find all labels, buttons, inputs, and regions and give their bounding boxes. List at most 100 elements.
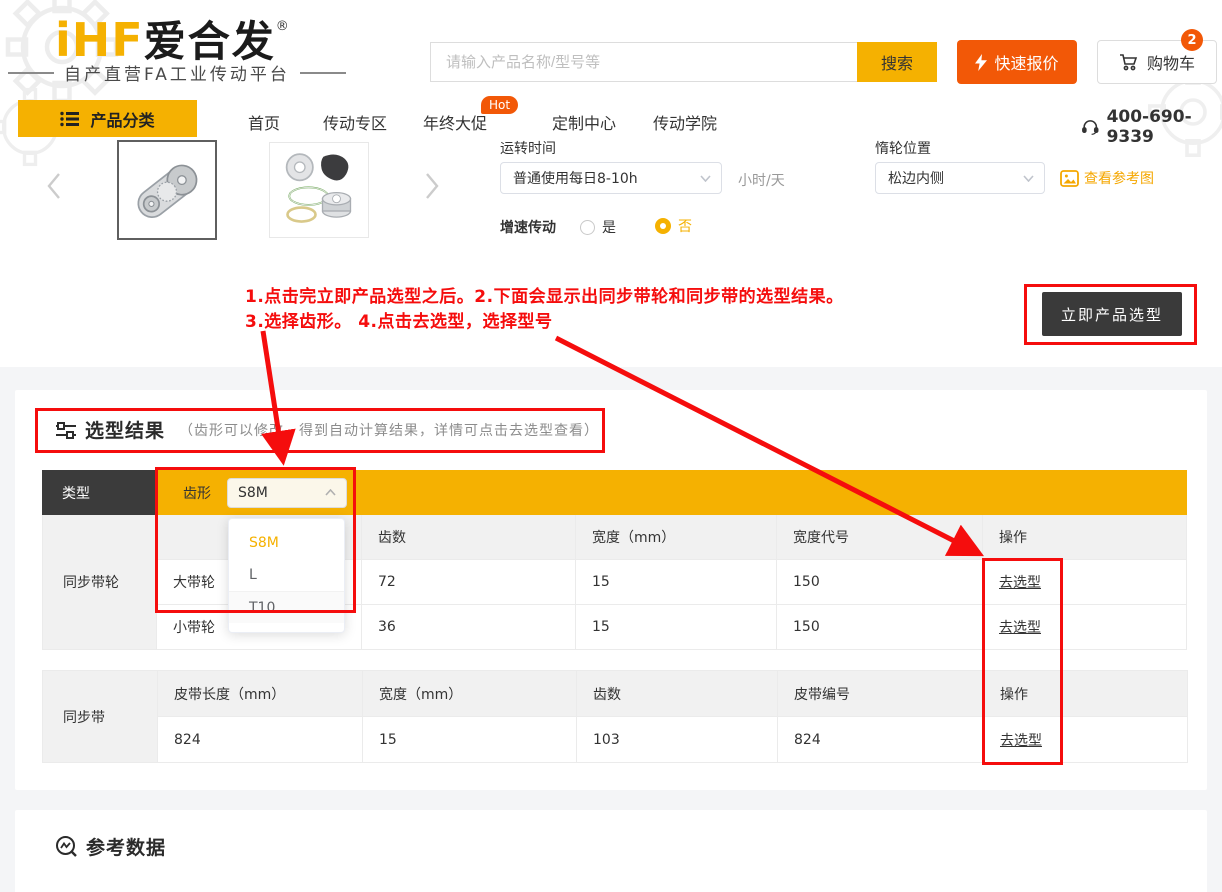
carousel-prev-button[interactable]: [46, 172, 62, 204]
page: iHF爱合发® 自产直营FA工业传动平台 搜索 快速报价 购物车 2 产品分类 …: [0, 0, 1222, 892]
dropdown-option-l[interactable]: L: [229, 559, 344, 591]
annotation-line-2: 3.选择齿形。 4.点击去选型，选择型号: [245, 307, 553, 332]
nav-item-drive-academy[interactable]: 传动学院: [653, 110, 717, 134]
search-input[interactable]: [430, 42, 857, 82]
cart-label: 购物车: [1147, 50, 1195, 74]
runtime-select[interactable]: 普通使用每日8-10h: [500, 162, 722, 194]
belt-no-cell: 824: [778, 717, 984, 763]
pulley-width-cell: 15: [576, 605, 777, 650]
nav-item-custom-center[interactable]: 定制中心: [552, 110, 616, 134]
belt-row-label: 同步带: [43, 671, 158, 763]
reference-title: 参考数据: [86, 833, 166, 860]
tooth-value: S8M: [238, 485, 268, 501]
idler-value: 松边内侧: [888, 168, 944, 188]
pulley-action-cell: 去选型: [983, 605, 1187, 650]
tagline-dash: [300, 72, 346, 74]
radio-no[interactable]: 否: [655, 216, 692, 236]
sliders-icon: [55, 420, 77, 440]
column-header-width-code: 宽度代号: [777, 515, 983, 560]
runtime-label: 运转时间: [500, 138, 556, 158]
go-select-link[interactable]: 去选型: [999, 617, 1041, 637]
catalog-button[interactable]: 产品分类: [18, 100, 197, 137]
speedup-label: 增速传动: [500, 217, 556, 237]
cart-icon: [1119, 53, 1139, 71]
belt-length-cell: 824: [158, 717, 363, 763]
pulley-width-code-cell: 150: [777, 560, 983, 605]
image-icon: [1060, 170, 1079, 187]
lightning-icon: [975, 54, 987, 71]
logo-registered-mark: ®: [276, 19, 289, 34]
results-title: 选型结果: [85, 416, 165, 443]
tooth-label: 齿形: [183, 483, 211, 503]
chevron-down-icon: [700, 175, 711, 182]
cart-count-badge: 2: [1181, 29, 1203, 51]
column-header-width: 宽度（mm）: [576, 515, 777, 560]
logo-cn-text: 爱合发: [144, 17, 276, 66]
go-select-link[interactable]: 去选型: [999, 572, 1041, 592]
nav-item-drive-zone[interactable]: 传动专区: [323, 110, 387, 134]
chevron-down-icon: [1023, 175, 1034, 182]
pulley-teeth-cell: 36: [362, 605, 576, 650]
search-button[interactable]: 搜索: [857, 42, 937, 82]
idler-select[interactable]: 松边内侧: [875, 162, 1045, 194]
dropdown-option-s8m[interactable]: S8M: [229, 527, 344, 559]
pulley-teeth-cell: 72: [362, 560, 576, 605]
pulley-action-cell: 去选型: [983, 560, 1187, 605]
idler-label: 惰轮位置: [875, 138, 931, 158]
radio-yes-label: 是: [602, 217, 616, 237]
start-selection-button[interactable]: 立即产品选型: [1042, 292, 1182, 336]
quick-quote-label: 快速报价: [994, 50, 1058, 74]
belt-teeth-cell: 103: [577, 717, 778, 763]
belt-action-cell: 去选型: [984, 717, 1188, 763]
pulley-width-cell: 15: [576, 560, 777, 605]
belt-drive-image: [124, 147, 210, 233]
product-thumb-pulley-kit[interactable]: [269, 142, 369, 238]
pulley-table: 类型 齿形 S8M 同步带轮 齿数 宽度（mm） 宽度代号 操作 大带轮 72 …: [42, 470, 1187, 650]
belt-table: 同步带 皮带长度（mm） 宽度（mm） 齿数 皮带编号 操作 824 15 10…: [42, 670, 1188, 763]
phone-number: 400-690-9339: [1107, 107, 1222, 147]
carousel-next-button[interactable]: [424, 172, 440, 204]
tooth-profile-dropdown: S8M L T10: [228, 518, 345, 633]
radio-selected-icon: [655, 218, 671, 234]
headset-icon: [1082, 118, 1099, 136]
search-bar: 搜索: [430, 42, 937, 82]
type-header-cell: 类型: [42, 470, 157, 515]
radio-no-label: 否: [678, 216, 692, 236]
reference-section-header: 参考数据: [55, 833, 166, 860]
column-header-teeth: 齿数: [577, 671, 778, 717]
tooth-header-bar: 齿形 S8M: [157, 470, 1187, 515]
view-reference-link[interactable]: 查看参考图: [1060, 168, 1154, 188]
results-section-header: 选型结果 （齿形可以修改，得到自动计算结果，详情可点击去选型查看）: [55, 416, 599, 443]
column-header-belt-length: 皮带长度（mm）: [158, 671, 363, 717]
annotation-line-1: 1.点击完立即产品选型之后。2.下面会显示出同步带轮和同步带的选型结果。: [245, 282, 844, 307]
service-phone: 400-690-9339: [1082, 107, 1222, 147]
tooth-profile-select[interactable]: S8M: [227, 478, 347, 508]
column-header-width: 宽度（mm）: [363, 671, 577, 717]
trend-chart-icon: [55, 835, 78, 858]
quick-quote-button[interactable]: 快速报价: [957, 40, 1077, 84]
runtime-unit: 小时/天: [738, 170, 785, 190]
radio-yes[interactable]: 是: [580, 217, 616, 237]
view-reference-label: 查看参考图: [1084, 168, 1154, 188]
reference-card: [15, 810, 1207, 892]
column-header-belt-no: 皮带编号: [778, 671, 984, 717]
column-header-action: 操作: [983, 515, 1187, 560]
radio-circle-icon: [580, 220, 595, 235]
product-thumb-belt-drive[interactable]: [117, 140, 217, 240]
runtime-value: 普通使用每日8-10h: [513, 168, 638, 188]
nav-item-year-end-sale[interactable]: 年终大促: [423, 110, 487, 134]
go-select-link[interactable]: 去选型: [1000, 730, 1042, 750]
tagline-dash: [8, 72, 54, 74]
brand-tagline: 自产直营FA工业传动平台: [8, 60, 346, 85]
nav-item-home[interactable]: 首页: [248, 110, 280, 134]
belt-width-cell: 15: [363, 717, 577, 763]
dropdown-option-t10[interactable]: T10: [229, 591, 344, 623]
logo-ihf-text: iHF: [55, 13, 144, 67]
chevron-up-icon: [325, 489, 336, 496]
list-icon: [60, 111, 80, 127]
pulley-width-code-cell: 150: [777, 605, 983, 650]
results-subtitle: （齿形可以修改，得到自动计算结果，详情可点击去选型查看）: [179, 420, 599, 440]
hot-badge: Hot: [481, 96, 518, 114]
tagline-text: 自产直营FA工业传动平台: [64, 60, 290, 85]
pulley-row-label: 同步带轮: [42, 515, 157, 650]
